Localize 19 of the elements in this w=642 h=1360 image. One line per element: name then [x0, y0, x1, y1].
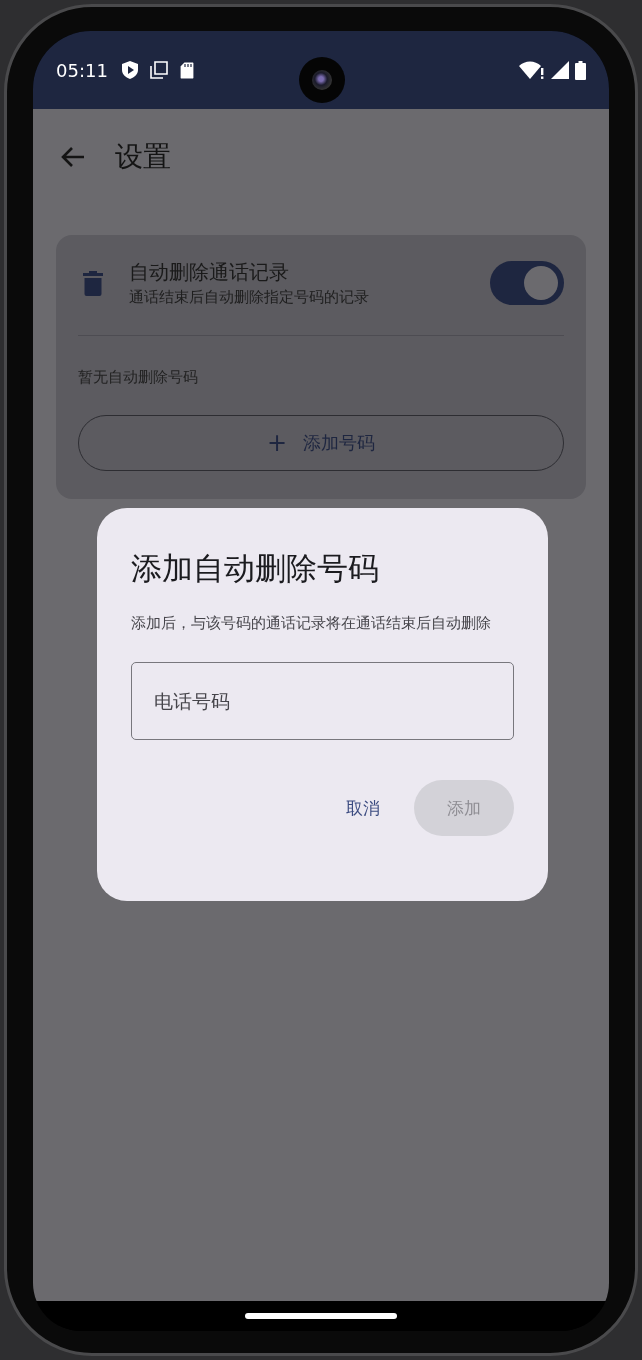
back-arrow-icon[interactable] — [61, 146, 85, 168]
setting-subtitle: 通话结束后自动删除指定号码的记录 — [129, 288, 370, 307]
trash-icon — [83, 270, 103, 296]
status-time: 05:11 — [56, 59, 108, 81]
phone-number-field[interactable]: 电话号码 — [131, 662, 514, 740]
toggle-switch[interactable] — [490, 261, 564, 305]
dialog-description: 添加后，与该号码的通话记录将在通话结束后自动删除 — [131, 613, 492, 634]
battery-icon — [575, 60, 586, 80]
sd-card-icon — [179, 61, 194, 79]
layers-icon — [149, 61, 168, 79]
camera-lens-drawing — [299, 57, 345, 103]
dialog-title: 添加自动删除号码 — [131, 549, 380, 588]
setting-title: 自动删除通话记录 — [129, 259, 290, 286]
cancel-button[interactable]: 取消 — [324, 780, 402, 836]
shield-icon — [121, 61, 138, 79]
wifi-icon — [519, 61, 545, 79]
signal-icon — [551, 61, 569, 79]
page-title: 设置 — [115, 139, 171, 175]
empty-message: 暂无自动删除号码 — [78, 368, 199, 387]
